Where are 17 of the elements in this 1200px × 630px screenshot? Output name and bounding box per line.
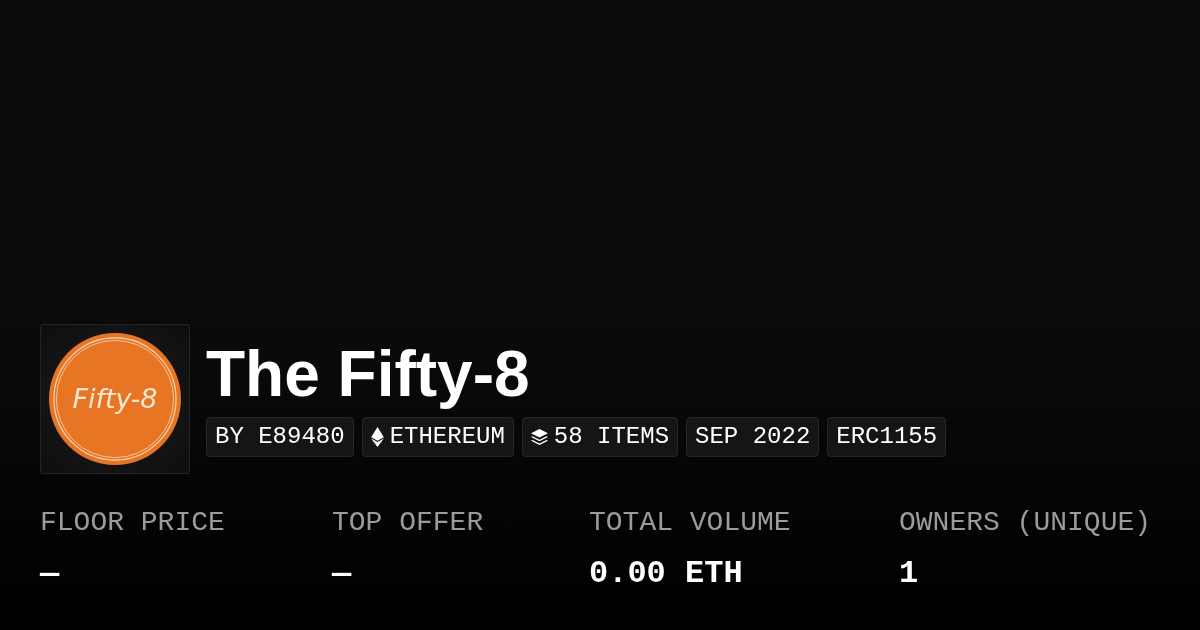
stat-label: FLOOR PRICE <box>40 508 225 538</box>
tag-label: ERC1155 <box>836 425 938 449</box>
tag-label: ETHEREUM <box>389 425 505 449</box>
stat-value: 1 <box>899 558 919 590</box>
collection-title: The Fifty-8 <box>206 341 530 407</box>
logo-text: Fifty-8 <box>72 384 158 412</box>
layers-icon <box>530 429 548 445</box>
tag-label: BY E89480 <box>215 425 345 449</box>
stat-label: OWNERS (UNIQUE) <box>899 508 1152 538</box>
tag-label: 58 ITEMS <box>553 425 670 449</box>
stat-value: — <box>332 558 352 590</box>
stat-value: 0.00 ETH <box>589 558 743 590</box>
stat-label: TOTAL VOLUME <box>589 508 791 538</box>
diamond-icon <box>370 427 384 447</box>
tag-label: SEP 2022 <box>695 425 811 449</box>
stat-value: — <box>40 558 60 590</box>
stat-label: TOP OFFER <box>332 508 484 538</box>
